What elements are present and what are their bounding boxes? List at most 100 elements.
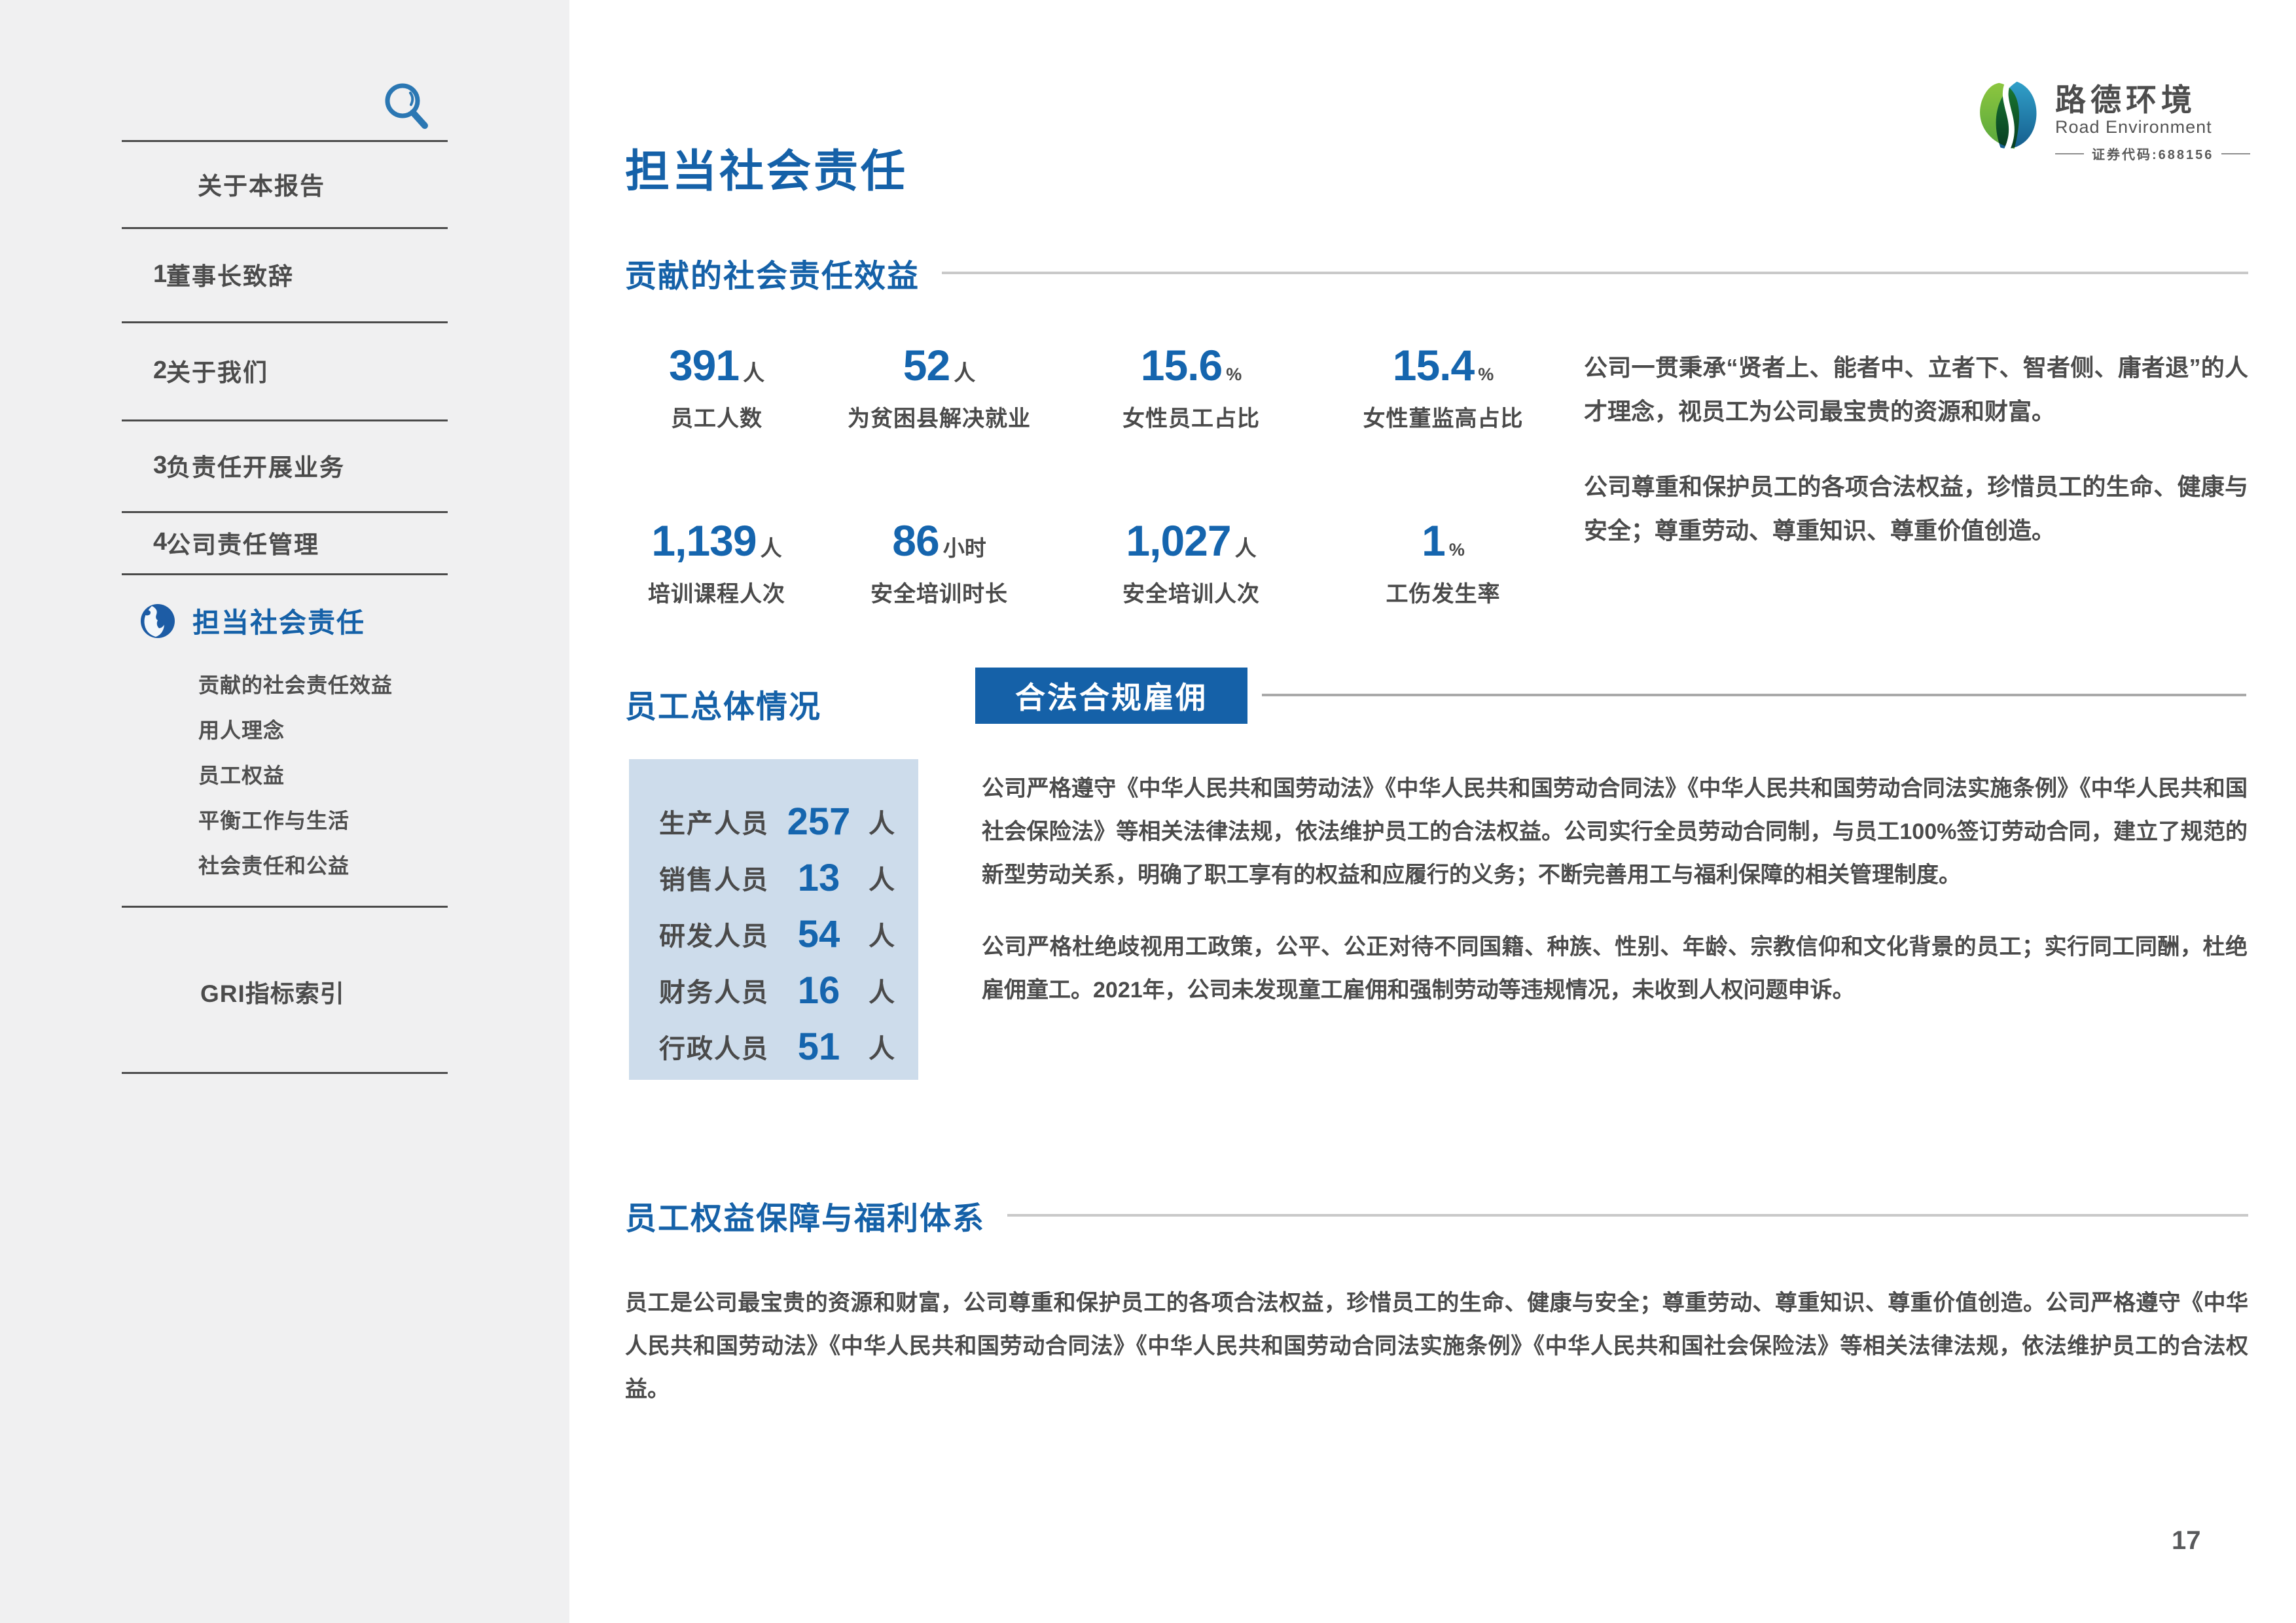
sidebar-subitem-talent-philosophy[interactable]: 用人理念 — [198, 706, 473, 751]
sidebar-item-label: 负责任开展业务 — [160, 448, 345, 483]
stat-label: 员工人数 — [625, 401, 808, 433]
legal-employment-paragraphs: 公司严格遵守《中华人民共和国劳动法》《中华人民共和国劳动合同法》《中华人民共和国… — [982, 767, 2248, 1041]
staff-label: 行政人员 — [659, 1027, 769, 1065]
stat-unit: % — [1226, 365, 1242, 384]
legal-employment-badge: 合法合规雇佣 — [975, 668, 1247, 724]
dash-right — [2221, 153, 2250, 154]
stat-value: 1 — [1422, 516, 1445, 565]
globe-icon — [139, 602, 177, 640]
sidebar-subitem-social-benefit[interactable]: 贡献的社会责任效益 — [198, 661, 473, 706]
report-page: 关于本报告 1 董事长致辞 2 关于我们 3 负责任开展业务 4 公司责任管理 — [0, 0, 2296, 1623]
sidebar-item-number: 3 — [122, 452, 160, 480]
staff-label: 研发人员 — [659, 915, 769, 953]
stat-unit: 人 — [954, 361, 975, 385]
stat-value: 15.4 — [1393, 341, 1474, 389]
staff-unit: 人 — [869, 915, 895, 953]
section1-heading-row: 贡献的社会责任效益 — [625, 250, 2248, 296]
paragraph: 公司严格遵守《中华人民共和国劳动法》《中华人民共和国劳动合同法》《中华人民共和国… — [982, 767, 2248, 897]
subitem-label: 贡献的社会责任效益 — [198, 669, 393, 699]
sidebar-item-social-responsibility-active[interactable]: 担当社会责任 — [139, 601, 446, 641]
sidebar-item-label: 关于本报告 — [122, 166, 325, 202]
staff-value: 54 — [769, 912, 869, 956]
sidebar-subitem-csr-charity[interactable]: 社会责任和公益 — [198, 842, 473, 887]
stat-unit: 人 — [761, 536, 782, 560]
stat-unit: % — [1449, 540, 1465, 560]
staff-row-production: 生产人员 257 人 — [659, 793, 918, 849]
stat-unit: % — [1478, 365, 1494, 384]
paragraph: 公司严格杜绝歧视用工政策，公平、公正对待不同国籍、种族、性别、年龄、宗教信仰和文… — [982, 925, 2248, 1012]
talent-philosophy-paragraphs: 公司一贯秉承“贤者上、能者中、立者下、智者侧、庸者退”的人才理念，视员工为公司最… — [1584, 346, 2248, 584]
subitem-label: 员工权益 — [198, 759, 285, 789]
sidebar-item-number: 1 — [122, 260, 160, 289]
stat-label: 为贫困县解决就业 — [808, 401, 1070, 433]
staff-label: 销售人员 — [659, 859, 769, 897]
staff-label: 生产人员 — [659, 802, 769, 840]
stat-training-sessions: 1,139人 培训课程人次 — [625, 516, 808, 608]
stat-safety-training-people: 1,027人 安全培训人次 — [1070, 516, 1312, 608]
stat-value: 15.6 — [1141, 341, 1222, 389]
stat-unit: 人 — [1235, 536, 1257, 560]
sidebar-item-label: 公司责任管理 — [160, 525, 319, 560]
sidebar-item-number: 4 — [122, 528, 160, 556]
sidebar-item-number: 2 — [122, 357, 160, 385]
stat-value: 1,027 — [1126, 516, 1230, 565]
stat-female-employee-ratio: 15.6% 女性员工占比 — [1070, 340, 1312, 433]
logo-name-en: Road Environment — [2055, 117, 2250, 137]
sidebar-item-about-us[interactable]: 2 关于我们 — [122, 321, 448, 419]
sidebar-item-responsibility-management[interactable]: 4 公司责任管理 — [122, 511, 448, 573]
stat-unit: 小时 — [943, 536, 986, 560]
section2-heading: 员工总体情况 — [625, 681, 821, 726]
logo-text: 路德环境 Road Environment 证券代码:688156 — [2055, 77, 2250, 163]
section3-heading: 员工权益保障与福利体系 — [625, 1192, 985, 1238]
sidebar-subitem-work-life-balance[interactable]: 平衡工作与生活 — [198, 796, 473, 842]
staff-unit: 人 — [869, 802, 895, 840]
sidebar-subitem-employee-rights[interactable]: 员工权益 — [198, 751, 473, 796]
stat-unit: 人 — [743, 361, 764, 385]
page-number: 17 — [2172, 1526, 2201, 1556]
staff-value: 51 — [769, 1025, 869, 1069]
sidebar-item-label: 关于我们 — [160, 353, 268, 388]
sidebar-item-chairman-speech[interactable]: 1 董事长致辞 — [122, 227, 448, 321]
heading-rule — [1007, 1214, 2248, 1217]
staff-value: 13 — [769, 856, 869, 900]
sidebar-item-label: GRI指标索引 — [122, 974, 345, 1009]
dash-left — [2055, 153, 2084, 154]
stats-row-1: 391人 员工人数 52人 为贫困县解决就业 15.6% 女性员工占比 15.4… — [625, 340, 1581, 433]
sidebar: 关于本报告 1 董事长致辞 2 关于我们 3 负责任开展业务 4 公司责任管理 — [0, 0, 569, 1623]
staff-value: 257 — [769, 800, 869, 844]
welfare-system-paragraph: 员工是公司最宝贵的资源和财富，公司尊重和保护员工的各项合法权益，珍惜员工的生命、… — [625, 1281, 2248, 1411]
logo-stock-row: 证券代码:688156 — [2055, 144, 2250, 163]
stat-value: 52 — [903, 341, 950, 389]
sidebar-item-about-report[interactable]: 关于本报告 — [122, 140, 448, 227]
stat-label: 安全培训人次 — [1070, 576, 1312, 608]
stat-label: 女性员工占比 — [1070, 401, 1312, 433]
stat-employee-count: 391人 员工人数 — [625, 340, 808, 433]
stat-value: 1,139 — [651, 516, 756, 565]
stat-work-injury-rate: 1% 工伤发生率 — [1312, 516, 1574, 608]
staff-value: 16 — [769, 969, 869, 1012]
staff-row-finance: 财务人员 16 人 — [659, 962, 918, 1018]
paragraph: 公司尊重和保护员工的各项合法权益，珍惜员工的生命、健康与安全；尊重劳动、尊重知识… — [1584, 465, 2248, 552]
search-icon[interactable] — [382, 81, 431, 131]
staff-row-admin: 行政人员 51 人 — [659, 1018, 918, 1075]
stat-value: 86 — [892, 516, 939, 565]
staff-unit: 人 — [869, 971, 895, 1009]
staff-row-sales: 销售人员 13 人 — [659, 849, 918, 906]
stat-label: 工伤发生率 — [1312, 576, 1574, 608]
section3-heading-row: 员工权益保障与福利体系 — [625, 1192, 2248, 1238]
sidebar-item-gri-index[interactable]: GRI指标索引 — [122, 962, 448, 1021]
staff-row-rnd: 研发人员 54 人 — [659, 906, 918, 962]
sidebar-subitems: 贡献的社会责任效益 用人理念 员工权益 平衡工作与生活 社会责任和公益 — [198, 661, 473, 887]
divider — [122, 573, 448, 575]
staff-unit: 人 — [869, 859, 895, 897]
sidebar-item-responsible-business[interactable]: 3 负责任开展业务 — [122, 419, 448, 511]
logo-name-cn: 路德环境 — [2055, 84, 2250, 116]
sidebar-active-label: 担当社会责任 — [177, 601, 365, 641]
heading-rule — [942, 272, 2248, 274]
stat-label: 安全培训时长 — [808, 576, 1070, 608]
stat-female-executive-ratio: 15.4% 女性董监高占比 — [1312, 340, 1574, 433]
staff-breakdown-box: 生产人员 257 人 销售人员 13 人 研发人员 54 人 财务人员 16 人… — [629, 759, 918, 1080]
sidebar-item-label: 董事长致辞 — [160, 257, 294, 292]
stat-label: 女性董监高占比 — [1312, 401, 1574, 433]
stock-code: 证券代码:688156 — [2092, 144, 2214, 163]
